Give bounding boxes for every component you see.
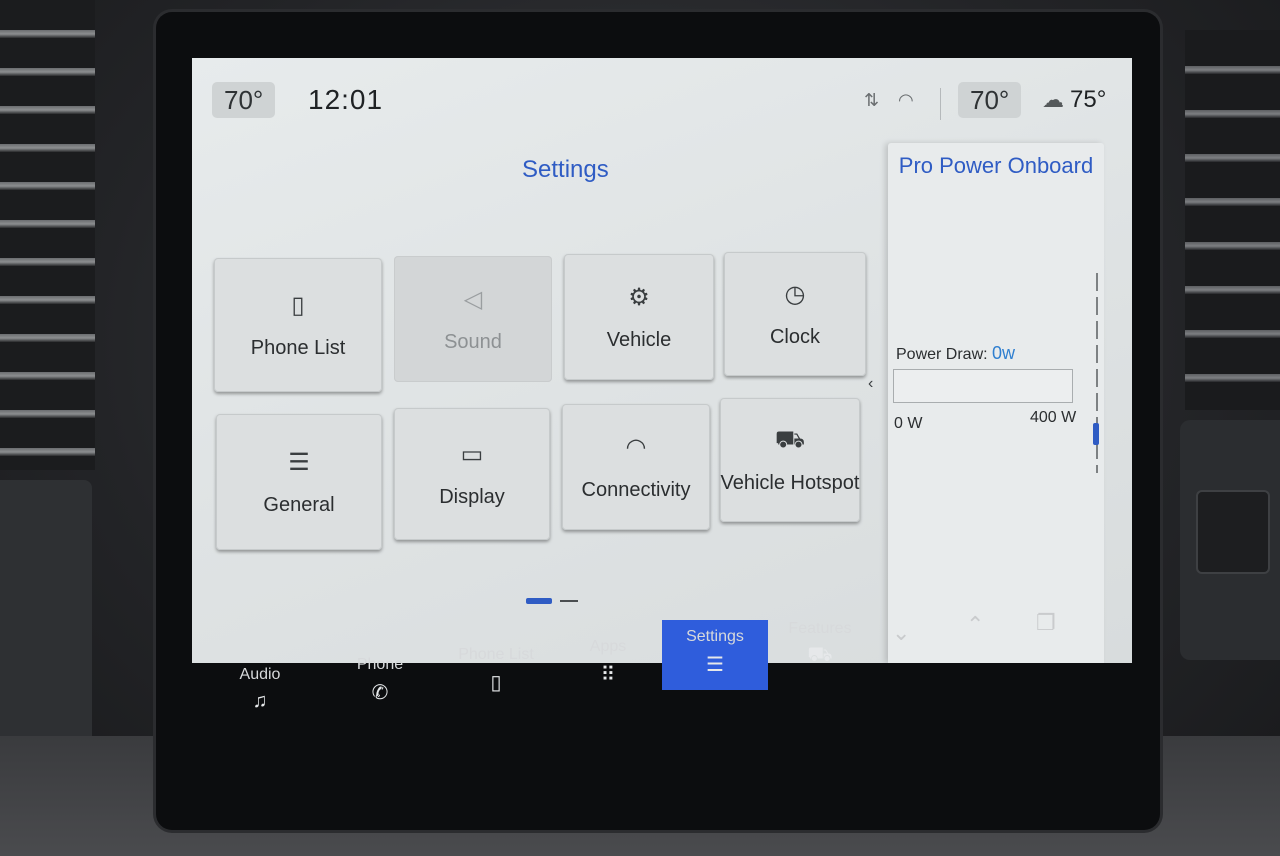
nav-label: Settings (686, 628, 744, 645)
tile-label: Display (439, 485, 505, 508)
driver-temp-button[interactable]: 70° (212, 82, 276, 118)
infotainment-screen: 70° 12:01 ⇅ ◠ 70° ☁ 75° Settings ▯ Phone … (192, 58, 1132, 663)
status-divider (940, 88, 941, 120)
phone-list-icon: ▯ (291, 291, 305, 319)
nav-phone-list[interactable]: Phone List ▯ (446, 646, 546, 695)
page-indicator-inactive (560, 600, 578, 602)
apps-grid-icon: ⠿ (600, 664, 616, 686)
chevron-down-icon[interactable]: ⌄ (892, 620, 910, 646)
outside-temperature: ☁ 75° (1042, 86, 1106, 114)
tile-display[interactable]: ▭ Display (394, 408, 550, 540)
tile-label: Phone List (250, 336, 346, 359)
nav-audio[interactable]: Audio ♫ (210, 666, 310, 713)
pro-power-panel: ‹ Pro Power Onboard Power Draw: 0w 0 W 4… (868, 143, 1104, 663)
nav-label: Audio (239, 666, 281, 683)
page-indicator-active (526, 598, 552, 604)
status-bar: 70° 12:01 ⇅ ◠ 70° ☁ 75° (192, 58, 1132, 136)
tile-vehicle[interactable]: ⚙ Vehicle (564, 254, 714, 380)
speaker-icon: ◁ (463, 285, 483, 313)
tile-general[interactable]: ☰ General (216, 414, 382, 550)
clock-display: 12:01 (308, 84, 384, 115)
music-note-icon: ♫ (252, 690, 268, 712)
nav-label: Apps (589, 638, 627, 655)
phone-list-icon: ▯ (490, 672, 502, 694)
scrollbar-thumb[interactable] (1093, 423, 1099, 445)
nav-label: Features (788, 620, 852, 637)
bottom-nav: Audio ♫ Phone ✆ Phone List ▯ Apps ⠿ Sett… (192, 606, 1132, 712)
power-draw-label: Power Draw: (896, 346, 988, 363)
tile-label: Clock (769, 325, 820, 348)
tile-sound[interactable]: ◁ Sound (394, 256, 552, 382)
right-air-vent (1185, 30, 1280, 410)
tile-phone-list[interactable]: ▯ Phone List (214, 258, 382, 392)
sliders-icon: ☰ (706, 654, 724, 676)
vehicle-settings-icon: ⚙ (628, 283, 650, 311)
display-icon: ▭ (460, 440, 484, 468)
tile-label: Vehicle Hotspot (720, 471, 860, 494)
tile-clock[interactable]: ◷ Clock (724, 252, 866, 376)
clock-icon: ◷ (784, 280, 806, 308)
hotspot-truck-icon: ⛟ (774, 425, 806, 453)
truck-icon: ⛟ (807, 644, 833, 666)
copy-icon[interactable]: ❐ (1036, 610, 1056, 636)
outside-temp-value: 75° (1070, 86, 1107, 113)
wifi-icon: ◠ (625, 433, 647, 461)
tile-connectivity[interactable]: ◠ Connectivity (562, 404, 710, 530)
nav-apps[interactable]: Apps ⠿ (558, 638, 658, 687)
tile-label: Vehicle (606, 328, 672, 351)
tile-label: Connectivity (581, 478, 691, 501)
power-min-label: 0 W (894, 415, 923, 432)
hazard-button (1196, 490, 1270, 574)
nav-phone[interactable]: Phone ✆ (330, 656, 430, 705)
sliders-icon: ☰ (288, 448, 310, 476)
power-draw-value: 0w (992, 343, 1016, 363)
tile-vehicle-hotspot[interactable]: ⛟ Vehicle Hotspot (720, 398, 860, 522)
nav-features[interactable]: Features ⛟ (770, 620, 870, 669)
weather-icon: ☁ (1042, 87, 1064, 112)
tile-label: Sound (444, 330, 502, 353)
nav-label: Phone List (458, 646, 534, 663)
nav-settings[interactable]: Settings ☰ (665, 628, 765, 677)
wifi-icon: ◠ (898, 90, 914, 110)
power-draw: Power Draw: 0w (896, 343, 1015, 364)
chevron-up-icon[interactable]: ⌃ (966, 612, 984, 638)
page-title: Settings (522, 156, 609, 183)
panel-title: Pro Power Onboard (898, 153, 1094, 178)
collapse-chevron-icon[interactable]: ‹ (868, 375, 873, 393)
data-transfer-icon: ⇅ (864, 90, 880, 110)
phone-icon: ✆ (371, 682, 389, 704)
passenger-temp-button[interactable]: 70° (958, 82, 1022, 118)
power-draw-bar (893, 369, 1073, 403)
left-air-vent (0, 0, 95, 470)
nav-label: Phone (356, 656, 404, 673)
power-max-label: 400 W (1030, 409, 1077, 426)
tile-label: General (263, 493, 335, 516)
left-dash-panel (0, 480, 92, 770)
